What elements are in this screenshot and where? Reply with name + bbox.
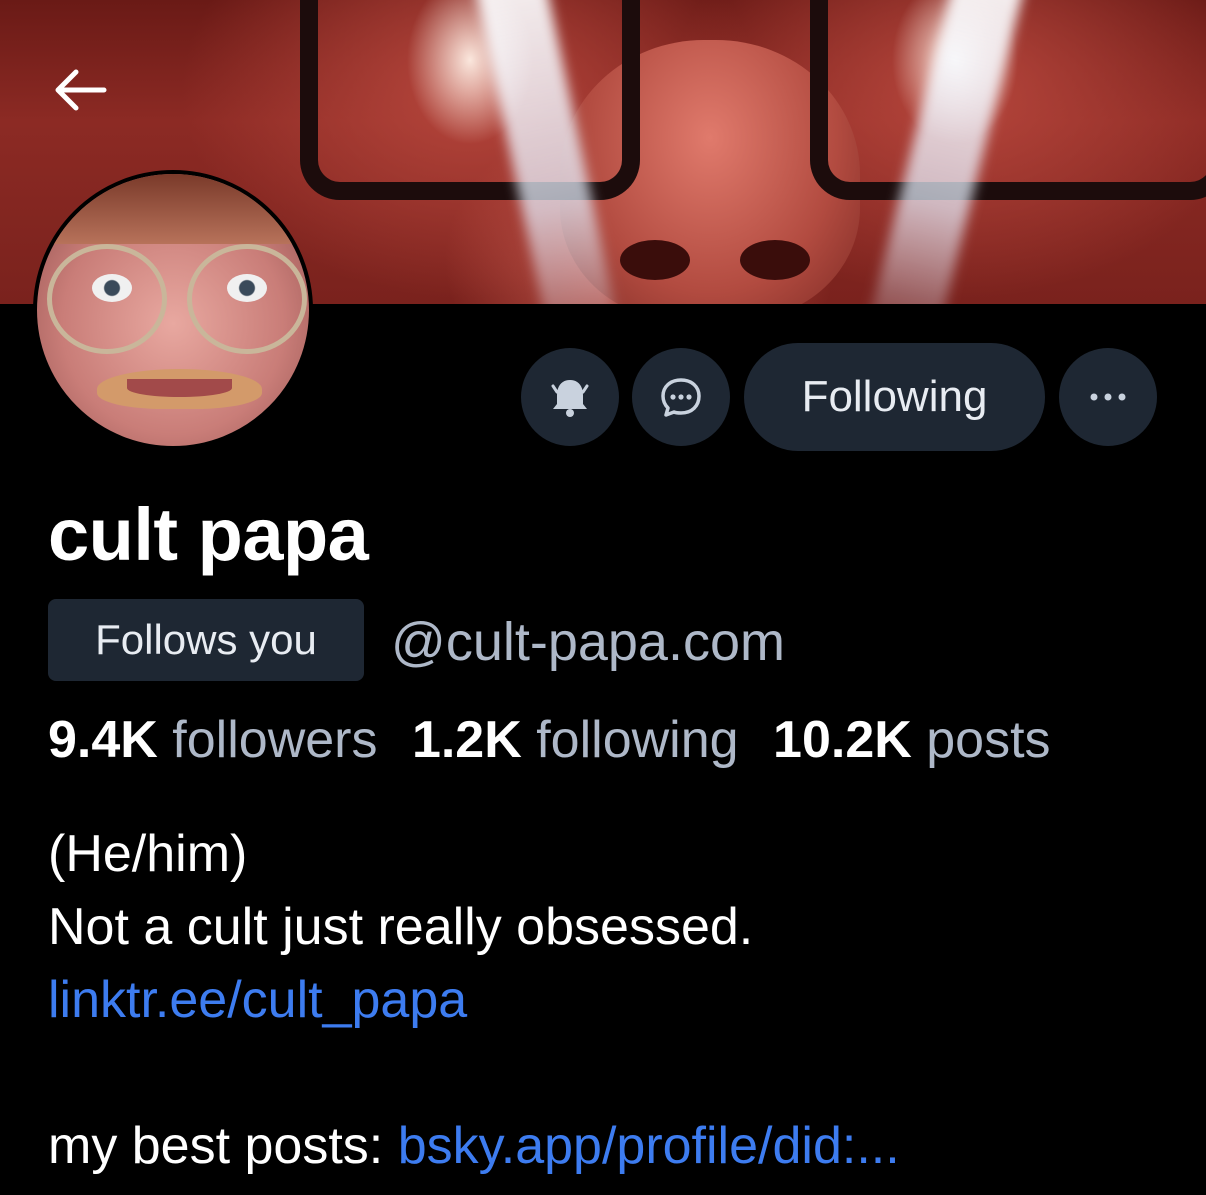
- more-options-button[interactable]: [1059, 348, 1157, 446]
- bio-link[interactable]: linktr.ee/cult_papa: [48, 964, 900, 1037]
- posts-count: 10.2K: [773, 711, 912, 769]
- posts-stat: 10.2K posts: [773, 711, 1071, 769]
- notifications-button[interactable]: [521, 348, 619, 446]
- message-button[interactable]: [632, 348, 730, 446]
- profile-stats: 9.4K followers 1.2K following 10.2K post…: [48, 710, 1071, 770]
- bio-tagline: Not a cult just really obsessed.: [48, 898, 754, 956]
- profile-bio: (He/him) Not a cult just really obsessed…: [48, 818, 900, 1183]
- posts-label: posts: [926, 711, 1051, 769]
- following-count: 1.2K: [411, 711, 522, 769]
- ellipsis-icon: [1090, 393, 1126, 401]
- bio-spacer: [48, 1037, 900, 1110]
- avatar-eye: [227, 274, 267, 302]
- followers-count: 9.4K: [48, 711, 158, 769]
- banner-glasses-left: [300, 0, 640, 200]
- display-name: cult papa: [48, 493, 369, 576]
- avatar-hair: [37, 174, 309, 244]
- banner-nostril: [740, 240, 810, 280]
- followers-label: followers: [172, 711, 378, 769]
- bio-best-posts: my best posts: bsky.app/profile/did:...: [48, 1110, 900, 1183]
- following-stat[interactable]: 1.2K following: [412, 711, 773, 769]
- avatar-eye: [92, 274, 132, 302]
- best-posts-link[interactable]: bsky.app/profile/did:...: [398, 1117, 900, 1175]
- following-label: following: [536, 711, 739, 769]
- followers-stat[interactable]: 9.4K followers: [48, 711, 412, 769]
- chat-bubble-icon: [661, 378, 701, 417]
- back-button[interactable]: [40, 50, 120, 130]
- avatar-mouth: [127, 379, 232, 397]
- following-button[interactable]: Following: [744, 343, 1045, 451]
- profile-handle: @cult-papa.com: [391, 612, 785, 672]
- banner-nostril: [620, 240, 690, 280]
- bell-icon: [551, 380, 589, 417]
- arrow-left-icon: [55, 69, 107, 111]
- bio-pronouns: (He/him): [48, 825, 248, 883]
- best-posts-label: my best posts:: [48, 1117, 384, 1175]
- follows-you-badge: Follows you: [48, 599, 364, 681]
- avatar[interactable]: [33, 170, 313, 450]
